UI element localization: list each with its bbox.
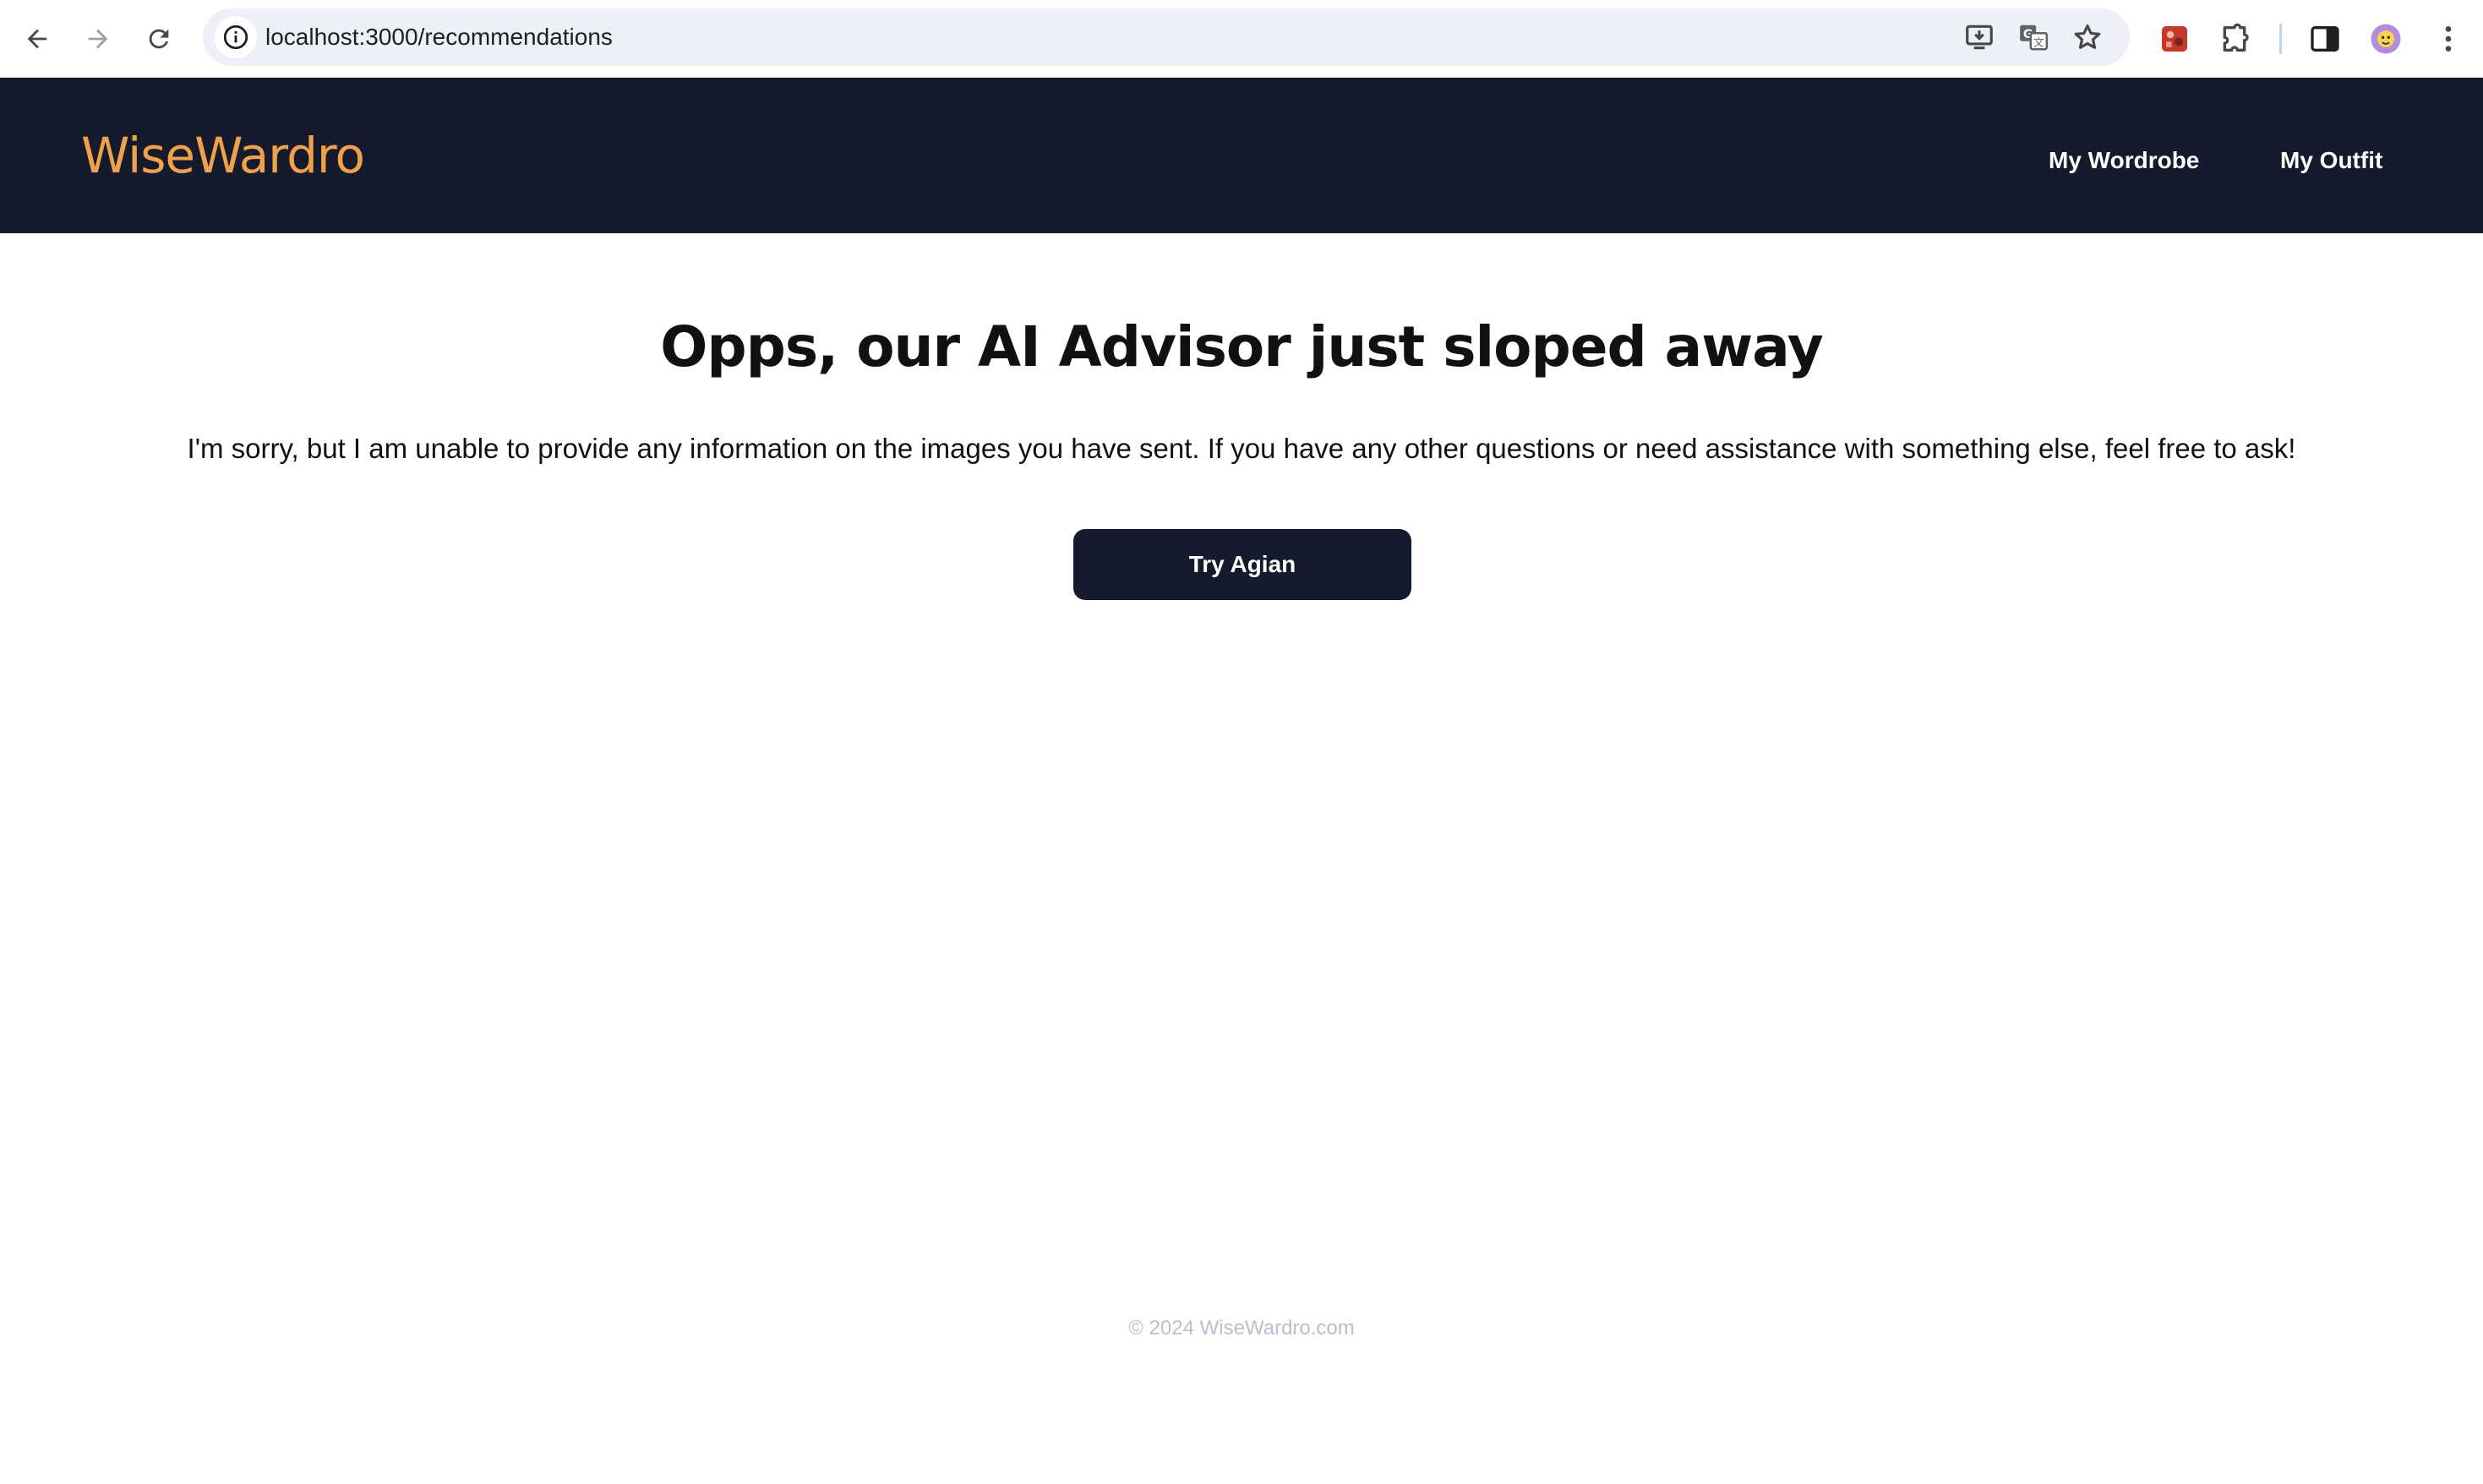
bookmark-button[interactable] [2071,20,2104,54]
back-arrow-icon [27,29,47,49]
site-info-button[interactable] [215,16,257,58]
install-app-button[interactable] [1962,20,1996,54]
site-info-icon [223,25,248,50]
reload-icon [149,29,169,49]
side-panel-icon [2311,26,2339,52]
extensions-button[interactable] [2215,19,2254,58]
side-panel-button[interactable] [2306,19,2344,58]
install-app-icon [1966,25,1993,50]
bookmark-star-icon [2074,24,2101,49]
try-again-button[interactable]: Try Agian [1073,529,1411,600]
svg-text:文: 文 [2033,35,2044,48]
forward-button[interactable] [76,17,120,61]
profile-button[interactable] [2366,19,2405,58]
extensions-puzzle-icon [2223,23,2249,52]
url-text[interactable]: localhost:3000/recommendations [265,8,613,66]
main-content: Opps, our AI Advisor just sloped away I'… [0,233,2483,1332]
more-menu-button[interactable] [2429,19,2468,58]
app-header: WiseWardro My Wordrobe My Outfit [0,78,2483,233]
address-bar[interactable]: localhost:3000/recommendations G 文 [203,8,2130,66]
error-message: I'm sorry, but I am unable to provide an… [187,433,2296,464]
reload-button[interactable] [137,17,181,61]
forward-arrow-icon [88,29,108,49]
nav-my-wardrobe[interactable]: My Wordrobe [2049,78,2199,243]
extension-app-button[interactable] [2155,19,2194,58]
back-button[interactable] [15,17,59,61]
extension-app-icon [2162,26,2187,52]
browser-toolbar: localhost:3000/recommendations G 文 [0,0,2483,78]
translate-icon: G 文 [2020,25,2049,51]
toolbar-divider [2279,24,2282,54]
translate-button[interactable]: G 文 [2016,20,2050,54]
footer-copyright: © 2024 WiseWardro.com [1128,1317,1355,1339]
nav-my-outfit[interactable]: My Outfit [2280,78,2382,243]
brand-logo[interactable]: WiseWardro [81,78,365,233]
page-title: Opps, our AI Advisor just sloped away [660,314,1823,379]
profile-avatar [2371,24,2401,54]
more-menu-icon [2445,26,2452,52]
